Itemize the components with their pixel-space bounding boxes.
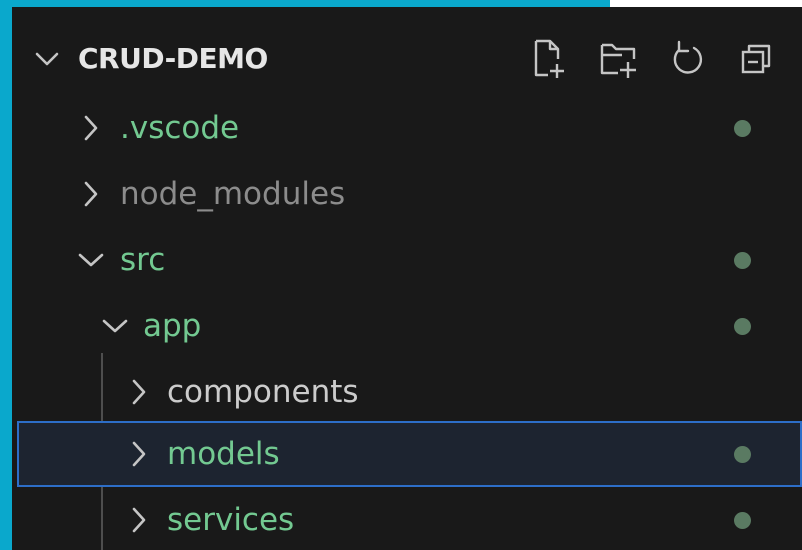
chevron-down-icon[interactable]: [30, 42, 64, 76]
tree-item-label: services: [167, 502, 295, 538]
explorer-panel: CRUD-DEMO .vscode node_modules src app c…: [12, 7, 802, 550]
collapse-folders-button[interactable]: [737, 37, 779, 81]
chevron-right-icon[interactable]: [122, 503, 156, 537]
tree-item-label: models: [167, 436, 280, 472]
git-status-dot: [734, 318, 751, 335]
workspace-title[interactable]: CRUD-DEMO: [78, 40, 268, 78]
accent-border-left: [0, 0, 12, 550]
accent-border-top: [0, 0, 610, 7]
git-status-dot: [734, 512, 751, 529]
git-status-dot: [734, 446, 751, 463]
tree-item-label: .vscode: [120, 110, 240, 146]
tree-item-label: node_modules: [120, 176, 346, 212]
chevron-right-icon[interactable]: [122, 375, 156, 409]
tree-item-components[interactable]: components: [12, 359, 802, 425]
new-file-button[interactable]: [528, 37, 570, 81]
screenshot-frame: CRUD-DEMO .vscode node_modules src app c…: [0, 0, 802, 550]
tree-item-models[interactable]: models: [17, 421, 802, 487]
tree-item-label: src: [120, 242, 166, 278]
tree-item-src[interactable]: src: [12, 227, 802, 293]
collapse-all-icon: [741, 44, 771, 74]
chevron-right-icon[interactable]: [122, 437, 156, 471]
tree-item-services[interactable]: services: [12, 487, 802, 550]
tree-item-vscode[interactable]: .vscode: [12, 95, 802, 161]
git-status-dot: [734, 120, 751, 137]
git-status-dot: [734, 252, 751, 269]
chevron-right-icon[interactable]: [74, 111, 108, 145]
chevron-down-icon[interactable]: [98, 309, 132, 343]
tree-item-label: app: [143, 308, 202, 344]
tree-item-app[interactable]: app: [12, 293, 802, 359]
tree-item-label: components: [167, 374, 359, 410]
new-folder-button[interactable]: [598, 37, 640, 81]
new-file-icon: [534, 39, 564, 78]
chevron-right-icon[interactable]: [74, 177, 108, 211]
tree-item-node-modules[interactable]: node_modules: [12, 161, 802, 227]
refresh-explorer-button[interactable]: [667, 37, 709, 81]
new-folder-icon: [600, 43, 636, 78]
refresh-icon: [673, 40, 703, 74]
chevron-down-icon[interactable]: [74, 243, 108, 277]
